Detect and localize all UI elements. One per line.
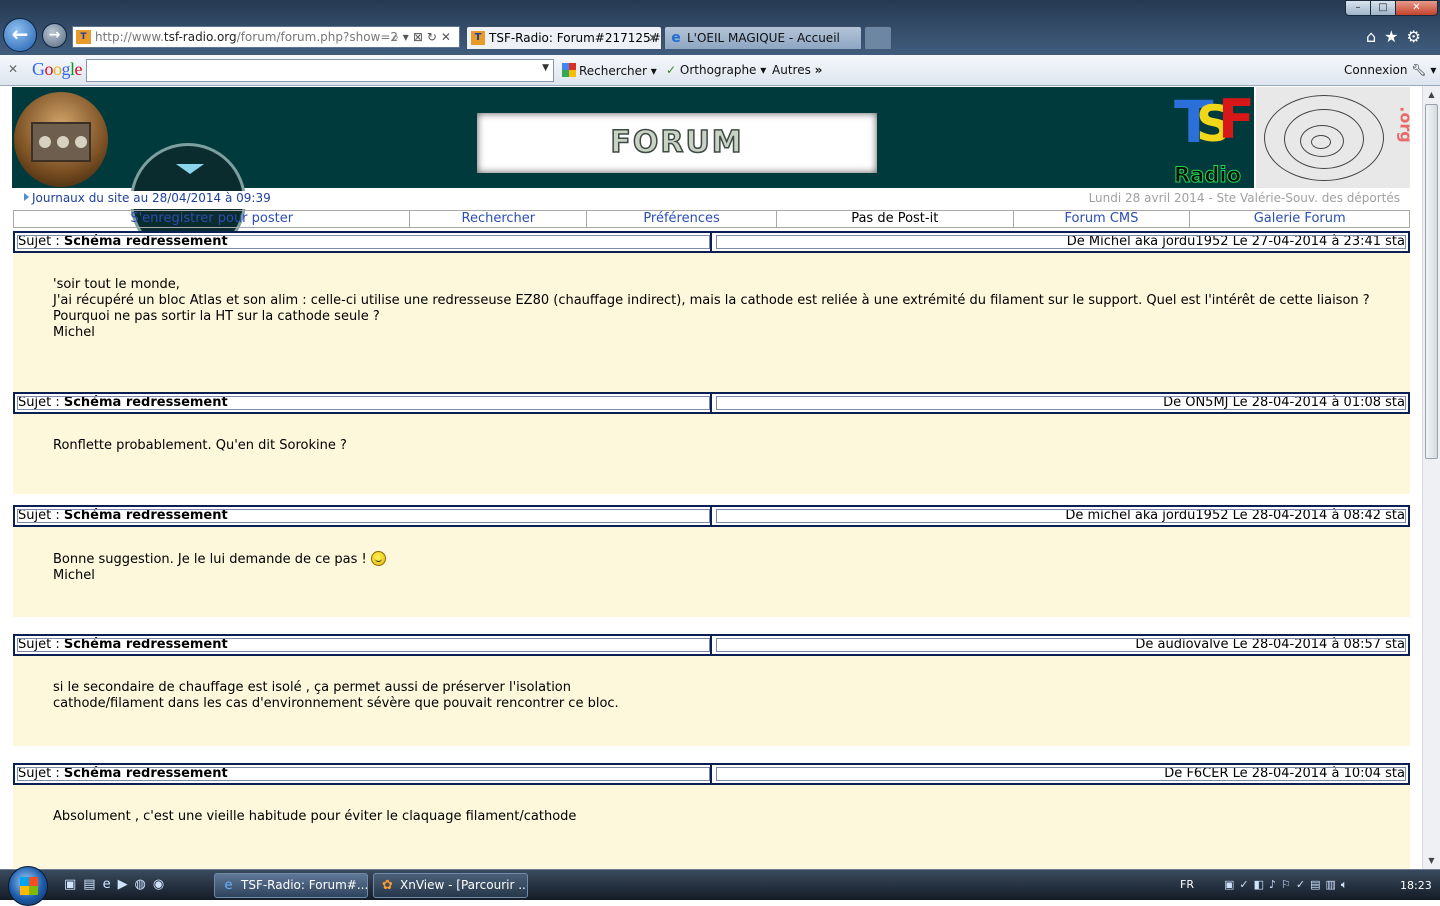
forum-title-box: FORUM: [477, 113, 877, 173]
post-author-date: De Michel aka jordu1952 Le 27-04-2014 à …: [714, 233, 1408, 251]
menu-preferences[interactable]: Préférences: [587, 211, 777, 227]
spellcheck-icon: ✓: [666, 63, 677, 77]
post-subject: Sujet : Schéma redressement: [15, 636, 712, 654]
post-header: Sujet : Schéma redressement De audiovalv…: [13, 634, 1410, 656]
forum-post: Sujet : Schéma redressement De audiovalv…: [13, 634, 1410, 746]
forum-post: Sujet : Schéma redressement De michel ak…: [13, 505, 1410, 617]
post-body: si le secondaire de chauffage est isolé …: [13, 656, 1410, 746]
menu-forum-gallery[interactable]: Galerie Forum: [1190, 211, 1409, 227]
home-favorites-tools-icons[interactable]: ⌂★⚙: [1366, 27, 1429, 46]
info-bar: Journaux du site au 28/04/2014 à 09:39 L…: [12, 191, 1410, 209]
forum-menu: S'enregistrer pour poster Rechercher Pré…: [13, 210, 1410, 228]
scrollbar-thumb[interactable]: [1425, 104, 1438, 459]
start-button[interactable]: [8, 866, 48, 906]
chevron-down-icon: [176, 164, 204, 174]
google-search-icon: [562, 63, 576, 77]
wrench-icon: 🔧︎: [1411, 63, 1427, 77]
tab-oeil-magique[interactable]: e L'OEIL MAGIQUE - Accueil: [664, 26, 862, 49]
post-author-date: De ON5MJ Le 28-04-2014 à 01:08 sta: [714, 394, 1408, 412]
post-body: Absolument , c'est une vieille habitude …: [13, 785, 1410, 869]
taskbar: ▣▤e▶◍◉ e TSF-Radio: Forum#... ✿ XnView - […: [0, 866, 1440, 906]
close-window-button[interactable]: ✕: [1395, 0, 1438, 16]
close-toolbar-icon[interactable]: ✕: [8, 62, 18, 76]
tab-label: L'OEIL MAGIQUE - Accueil: [687, 31, 840, 45]
windows-logo-icon: [20, 877, 38, 895]
post-header: Sujet : Schéma redressement De F6CER Le …: [13, 763, 1410, 785]
post-body: 'soir tout le monde, J'ai récupéré un bl…: [13, 253, 1410, 394]
arrow-right-icon: →: [48, 27, 61, 43]
google-search-input[interactable]: ▼: [86, 59, 554, 82]
post-header: Sujet : Schéma redressement De Michel ak…: [13, 231, 1410, 253]
tab-tsf-radio-forum[interactable]: T TSF-Radio: Forum#217125#... ✕: [466, 26, 662, 49]
forum-post: Sujet : Schéma redressement De F6CER Le …: [13, 763, 1410, 869]
post-subject: Sujet : Schéma redressement: [15, 233, 712, 251]
menu-search[interactable]: Rechercher: [410, 211, 588, 227]
back-button[interactable]: ←: [3, 18, 37, 52]
maximize-button[interactable]: □: [1370, 0, 1396, 16]
post-header: Sujet : Schéma redressement De michel ak…: [13, 505, 1410, 527]
post-author-date: De F6CER Le 28-04-2014 à 10:04 sta: [714, 765, 1408, 783]
address-bar[interactable]: T http://www.tsf-radio.org/forum/forum.p…: [72, 26, 460, 48]
forward-button[interactable]: →: [42, 23, 67, 48]
menu-register[interactable]: S'enregistrer pour poster: [14, 211, 411, 227]
post-header: Sujet : Schéma redressement De ON5MJ Le …: [13, 392, 1410, 414]
site-favicon-icon: T: [76, 30, 91, 44]
clock[interactable]: 18:23: [1400, 879, 1432, 892]
quick-launch-icons[interactable]: ▣▤e▶◍◉: [64, 877, 171, 892]
new-tab-button[interactable]: [864, 26, 892, 49]
forum-post: Sujet : Schéma redressement De ON5MJ Le …: [13, 392, 1410, 494]
ie-icon: e: [224, 878, 233, 893]
more-button[interactable]: Autres »: [772, 63, 822, 77]
vintage-radio-image: [14, 92, 108, 187]
forum-post: Sujet : Schéma redressement De Michel ak…: [13, 231, 1410, 394]
post-author-date: De audiovalve Le 28-04-2014 à 08:57 sta: [714, 636, 1408, 654]
post-body: Bonne suggestion. Je le lui demande de c…: [13, 527, 1410, 617]
vertical-scrollbar[interactable]: ▲ ▼: [1422, 86, 1440, 869]
post-subject: Sujet : Schéma redressement: [15, 394, 712, 412]
language-indicator[interactable]: FR: [1180, 878, 1194, 891]
google-logo: Google: [32, 59, 83, 79]
post-body: Ronflette probablement. Qu'en dit Soroki…: [13, 414, 1410, 494]
google-search-button[interactable]: Rechercher ▾: [562, 63, 657, 78]
google-toolbar: ✕ Google ▼ Rechercher ▾ ✓ Orthographe ▾ …: [0, 55, 1440, 86]
ie-icon: e: [671, 30, 681, 46]
radio-dial-logo: .org: [1256, 87, 1416, 188]
forum-title: FORUM: [610, 124, 744, 161]
spellcheck-button[interactable]: ✓ Orthographe ▾: [666, 63, 766, 77]
menu-no-postit: Pas de Post-it: [777, 211, 1014, 227]
task-tsf-radio[interactable]: e TSF-Radio: Forum#...: [214, 873, 368, 898]
post-subject: Sujet : Schéma redressement: [15, 765, 712, 783]
journal-link[interactable]: Journaux du site au 28/04/2014 à 09:39: [24, 191, 271, 205]
scroll-up-icon[interactable]: ▲: [1423, 86, 1440, 103]
post-subject: Sujet : Schéma redressement: [15, 507, 712, 525]
smiley-icon: [370, 551, 386, 566]
post-author-date: De michel aka jordu1952 Le 28-04-2014 à …: [714, 507, 1408, 525]
browser-chrome: – □ ✕ ← → T http://www.tsf-radio.org/for…: [0, 0, 1440, 86]
site-banner: FORUM T S F Radio: [12, 87, 1255, 259]
scroll-down-icon[interactable]: ▼: [1423, 852, 1440, 869]
address-domain: tsf-radio.org: [163, 30, 237, 44]
arrow-left-icon: ←: [11, 22, 29, 46]
menu-forum-cms[interactable]: Forum CMS: [1014, 211, 1191, 227]
login-button[interactable]: Connexion 🔧︎ ▾: [1344, 63, 1436, 77]
address-prefix: http://www.: [95, 30, 164, 44]
system-tray-icons[interactable]: ▣✓◧♪⚐✓▤▥🔈︎: [1224, 878, 1353, 892]
page-viewport: FORUM T S F Radio .org Journaux du site …: [0, 86, 1440, 869]
xnview-icon: ✿: [382, 878, 393, 893]
close-tab-icon[interactable]: ✕: [648, 27, 658, 49]
task-xnview[interactable]: ✿ XnView - [Parcourir ...: [373, 873, 528, 898]
site-favicon-icon: T: [471, 31, 485, 45]
tab-label: TSF-Radio: Forum#217125#...: [489, 31, 662, 45]
address-path: /forum/forum.php?show=2: [236, 30, 399, 44]
address-tools-icons[interactable]: ⌕▾⊠↻✕: [392, 27, 455, 47]
tsf-radio-logo[interactable]: T S F Radio: [1172, 91, 1255, 188]
date-text: Lundi 28 avril 2014 - Ste Valérie-Souv. …: [1088, 191, 1400, 205]
minimize-button[interactable]: –: [1345, 0, 1371, 16]
chevron-down-icon[interactable]: ▼: [542, 63, 549, 73]
